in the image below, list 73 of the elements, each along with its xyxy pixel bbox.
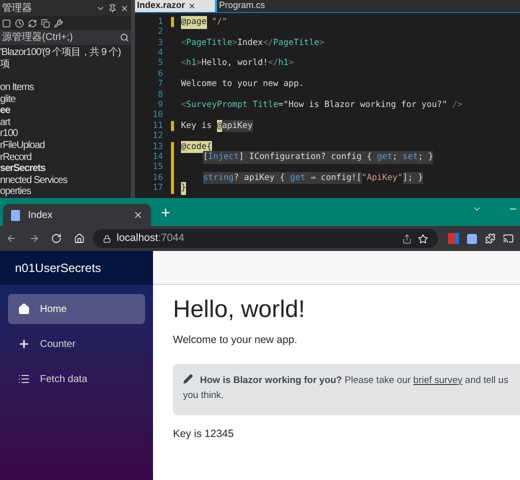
- tree-item[interactable]: operties: [0, 186, 31, 198]
- lock-icon: [102, 234, 111, 242]
- tree-item[interactable]: rRecord: [0, 152, 32, 164]
- tree-item[interactable]: glite: [0, 94, 16, 106]
- home-icon: [18, 303, 30, 315]
- copy-icon[interactable]: [41, 18, 50, 28]
- code-line: <SurveyPrompt Title="How is Blazor working for you?" />: [181, 98, 463, 112]
- code-line: [Inject] IConfiguration? config { get; set; }: [203, 150, 434, 164]
- line-number: 12: [152, 130, 163, 142]
- line-number: 11: [152, 120, 163, 132]
- code-line: @page "/": [181, 16, 228, 29]
- close-icon[interactable]: [120, 4, 129, 13]
- search-icon: [120, 33, 129, 42]
- tree-item[interactable]: 'Blazor100'(9 个项目，共 9 个): [0, 47, 121, 59]
- welcome-text: Welcome to your new app.: [173, 333, 298, 348]
- refresh-icon[interactable]: [28, 18, 37, 28]
- code-line: Welcome to your new app.: [181, 78, 304, 91]
- line-number: 15: [152, 161, 163, 174]
- line-number: 9: [156, 98, 163, 110]
- close-icon[interactable]: [133, 210, 143, 220]
- line-number: 7: [156, 78, 163, 90]
- line-number: 2: [156, 26, 163, 38]
- nav-link[interactable]: Fetch data: [8, 364, 145, 394]
- tree-item[interactable]: ee: [0, 105, 10, 117]
- reload-icon[interactable]: [51, 233, 62, 244]
- line-number: 4: [156, 47, 163, 58]
- survey-message: How is Blazor working for you? Please take our brief survey and tell us you think.: [183, 373, 508, 403]
- page-icon: [11, 210, 20, 220]
- line-number: 8: [156, 88, 163, 100]
- line-number: 10: [152, 109, 163, 122]
- line-number: 5: [156, 57, 163, 70]
- browser-tab[interactable]: Index: [3, 204, 151, 226]
- editor-tab[interactable]: Index.razor: [135, 0, 215, 12]
- key-text: Key is 12345: [173, 426, 235, 442]
- survey-link[interactable]: brief survey: [413, 374, 462, 386]
- forward-icon[interactable]: [28, 233, 40, 244]
- panel-title: 管理器: [2, 2, 32, 16]
- tree-item[interactable]: art: [0, 116, 10, 128]
- code-line: string? apiKey { get ⇒ config!["ApiKey"]; }: [203, 172, 424, 184]
- home-icon[interactable]: [74, 233, 85, 244]
- back-icon[interactable]: [6, 233, 17, 244]
- code-line: <PageTitle>Index</PageTitle>: [181, 36, 324, 50]
- line-number: 14: [152, 150, 163, 162]
- nav-link[interactable]: Home: [8, 294, 145, 324]
- code-line: Key is @apiKey: [181, 120, 253, 132]
- share-icon[interactable]: [402, 234, 412, 244]
- page-heading: Hello, world!: [173, 295, 306, 325]
- tree-item[interactable]: on Items: [0, 82, 34, 94]
- pin-icon[interactable]: [108, 4, 117, 13]
- history-icon[interactable]: [15, 18, 24, 28]
- line-number: 17: [152, 182, 163, 195]
- tree-item[interactable]: r100: [0, 128, 18, 140]
- tree-item[interactable]: 项: [0, 58, 10, 70]
- address-bar[interactable]: localhost:7044: [92, 229, 438, 248]
- close-icon[interactable]: [188, 2, 196, 10]
- cast-icon[interactable]: [503, 233, 514, 244]
- line-number: 16: [152, 172, 163, 184]
- search-field[interactable]: 源管理器(Ctrl+;): [0, 30, 131, 46]
- line-number: 3: [156, 36, 163, 48]
- puzzle-icon[interactable]: [484, 233, 496, 244]
- tree-item[interactable]: nnected Services: [0, 174, 68, 186]
- wrench-icon[interactable]: [54, 18, 63, 28]
- nav-link[interactable]: Counter: [8, 329, 145, 359]
- tree-item[interactable]: rFileUpload: [0, 140, 45, 152]
- plus-icon: [18, 338, 30, 350]
- pencil-icon: [183, 374, 193, 384]
- line-number: 1: [156, 16, 163, 28]
- line-number: 6: [156, 68, 163, 80]
- new-tab-button[interactable]: +: [161, 206, 170, 222]
- tree-item[interactable]: serSecrets: [0, 163, 46, 175]
- star-icon[interactable]: [418, 234, 428, 244]
- line-number: 13: [152, 140, 163, 152]
- code-line: <h1>Hello, world!</h1>: [181, 57, 294, 70]
